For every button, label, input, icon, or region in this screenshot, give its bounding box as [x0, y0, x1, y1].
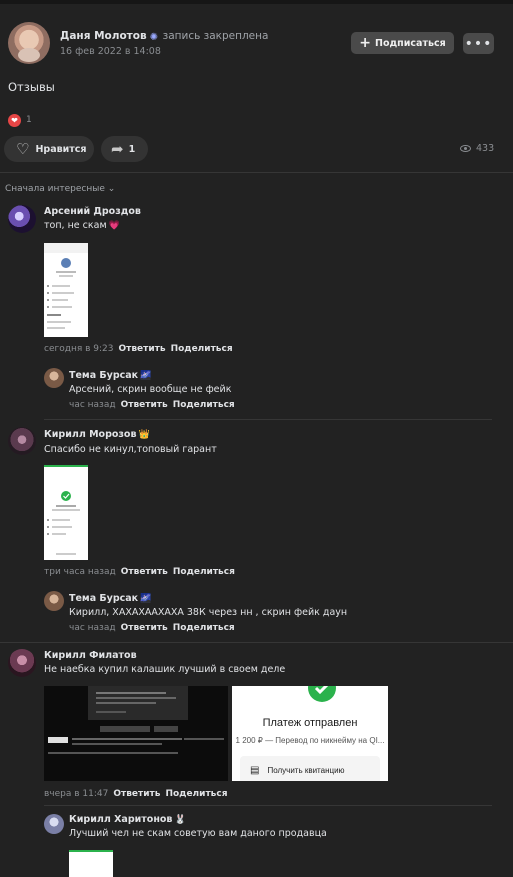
reply-button[interactable]: Ответить: [113, 789, 160, 799]
divider: [44, 805, 492, 806]
bunny-emoji: 🐰: [174, 815, 186, 825]
share-arrow-icon: ➦: [111, 139, 124, 158]
get-receipt-button[interactable]: ▤ Получить квитанцию: [240, 756, 380, 781]
commenter-avatar[interactable]: [8, 205, 36, 233]
comment-time[interactable]: три часа назад: [44, 567, 116, 577]
get-receipt-label: Получить квитанцию: [267, 765, 345, 775]
screenshot-preview: [44, 465, 88, 555]
share-comment-button[interactable]: Поделиться: [165, 789, 227, 799]
comment-text: Не наебка купил калашик лучший в своем д…: [44, 664, 286, 675]
comment-time[interactable]: сегодня в 9:23: [44, 344, 113, 354]
divider: [0, 642, 513, 643]
comments-sort-dropdown[interactable]: Сначала интересные ⌄: [5, 184, 115, 194]
share-comment-button[interactable]: Поделиться: [171, 344, 233, 354]
receipt-icon: ▤: [250, 764, 260, 776]
comment-text: топ, не скам 💗: [44, 220, 120, 231]
post-author[interactable]: Даня Молотов ✺ запись закреплена: [60, 30, 268, 43]
reply-button[interactable]: Ответить: [121, 400, 168, 410]
check-circle-icon: [308, 686, 336, 702]
views-count: 433: [476, 143, 495, 154]
comment-meta: три часа назад Ответить Поделиться: [44, 567, 235, 577]
share-comment-button[interactable]: Поделиться: [173, 400, 235, 410]
comment-text: Спасибо не кинул,топовый гарант: [44, 444, 217, 455]
comment-text-body: топ, не скам: [44, 220, 107, 231]
pink-heart-emoji: 💗: [108, 221, 120, 231]
subscribe-button[interactable]: + Подписаться: [351, 32, 454, 54]
views-counter: 433: [460, 143, 494, 154]
eye-icon: [460, 145, 471, 152]
reply-author[interactable]: Тема Бурсак 🌌: [69, 593, 151, 604]
reply-author-name[interactable]: Тема Бурсак: [69, 593, 138, 604]
screenshot-preview: [44, 243, 88, 329]
payment-screenshot[interactable]: Платеж отправлен 1 200 ₽ — Перевод по ни…: [232, 686, 388, 781]
post-text: Отзывы: [8, 80, 55, 94]
chevron-down-icon: ⌄: [107, 184, 116, 194]
share-count: 1: [128, 143, 136, 155]
comment-time[interactable]: вчера в 11:47: [44, 789, 108, 799]
reply-author[interactable]: Тема Бурсак 🌌: [69, 370, 151, 381]
commenter-name-text[interactable]: Кирилл Морозов: [44, 429, 136, 440]
screenshot-preview: [48, 686, 224, 754]
reply-text: Лучший чел не скам советую вам даного пр…: [69, 828, 327, 839]
attached-screenshot[interactable]: [44, 465, 88, 560]
payment-subtitle: 1 200 ₽ — Перевод по никнейму на QI...: [235, 736, 385, 745]
like-label: Нравится: [35, 143, 87, 155]
sparkle-icon: ✺: [149, 32, 158, 43]
galaxy-emoji: 🌌: [140, 371, 152, 381]
reply-button[interactable]: Ответить: [118, 344, 165, 354]
reply-text: Арсений, скрин вообще не фейк: [69, 384, 232, 395]
plus-icon: +: [359, 35, 372, 51]
reply-button[interactable]: Ответить: [121, 567, 168, 577]
reply-button[interactable]: Ответить: [121, 623, 168, 633]
galaxy-emoji: 🌌: [140, 594, 152, 604]
share-comment-button[interactable]: Поделиться: [173, 623, 235, 633]
comment-meta: сегодня в 9:23 Ответить Поделиться: [44, 344, 233, 354]
heart-reaction-icon[interactable]: ❤: [8, 114, 21, 127]
attached-screenshot-dark[interactable]: [44, 686, 228, 781]
heart-icon: ♡: [16, 139, 30, 158]
reply-text: Кирилл, ХАХАХААХАХА 38К через нн , скрин…: [69, 607, 348, 618]
sort-label: Сначала интересные: [5, 184, 105, 194]
author-avatar[interactable]: [8, 22, 50, 64]
reply-author[interactable]: Кирилл Харитонов 🐰: [69, 814, 186, 825]
top-strip: [0, 0, 513, 4]
reply-meta: час назад Ответить Поделиться: [69, 400, 235, 410]
comment-meta: вчера в 11:47 Ответить Поделиться: [44, 789, 227, 799]
like-button[interactable]: ♡ Нравится: [4, 136, 94, 162]
reply-time[interactable]: час назад: [69, 400, 116, 410]
share-button[interactable]: ➦ 1: [101, 136, 148, 162]
attached-screenshot[interactable]: [44, 243, 88, 337]
crown-emoji: 👑: [138, 430, 150, 440]
commenter-avatar[interactable]: [8, 649, 36, 677]
attached-screenshot[interactable]: [69, 850, 113, 877]
payment-title: Платеж отправлен: [262, 717, 358, 729]
reply-time[interactable]: час назад: [69, 623, 116, 633]
commenter-name[interactable]: Кирилл Морозов 👑: [44, 429, 150, 440]
divider: [0, 172, 513, 173]
reaction-count[interactable]: 1: [26, 115, 32, 125]
more-button[interactable]: •••: [463, 33, 494, 54]
commenter-name[interactable]: Арсений Дроздов: [44, 206, 141, 217]
reply-meta: час назад Ответить Поделиться: [69, 623, 235, 633]
share-comment-button[interactable]: Поделиться: [173, 567, 235, 577]
divider: [44, 419, 492, 420]
reply-author-name[interactable]: Кирилл Харитонов: [69, 814, 172, 825]
reply-avatar[interactable]: [44, 591, 64, 611]
reply-avatar[interactable]: [44, 814, 64, 834]
post-author-name[interactable]: Даня Молотов: [60, 30, 147, 42]
commenter-avatar[interactable]: [8, 427, 36, 455]
post-date[interactable]: 16 фев 2022 в 14:08: [60, 46, 161, 57]
pinned-label: запись закреплена: [162, 30, 269, 42]
reply-author-name[interactable]: Тема Бурсак: [69, 370, 138, 381]
subscribe-label: Подписаться: [375, 37, 446, 49]
reply-avatar[interactable]: [44, 368, 64, 388]
commenter-name[interactable]: Кирилл Филатов: [44, 650, 137, 661]
